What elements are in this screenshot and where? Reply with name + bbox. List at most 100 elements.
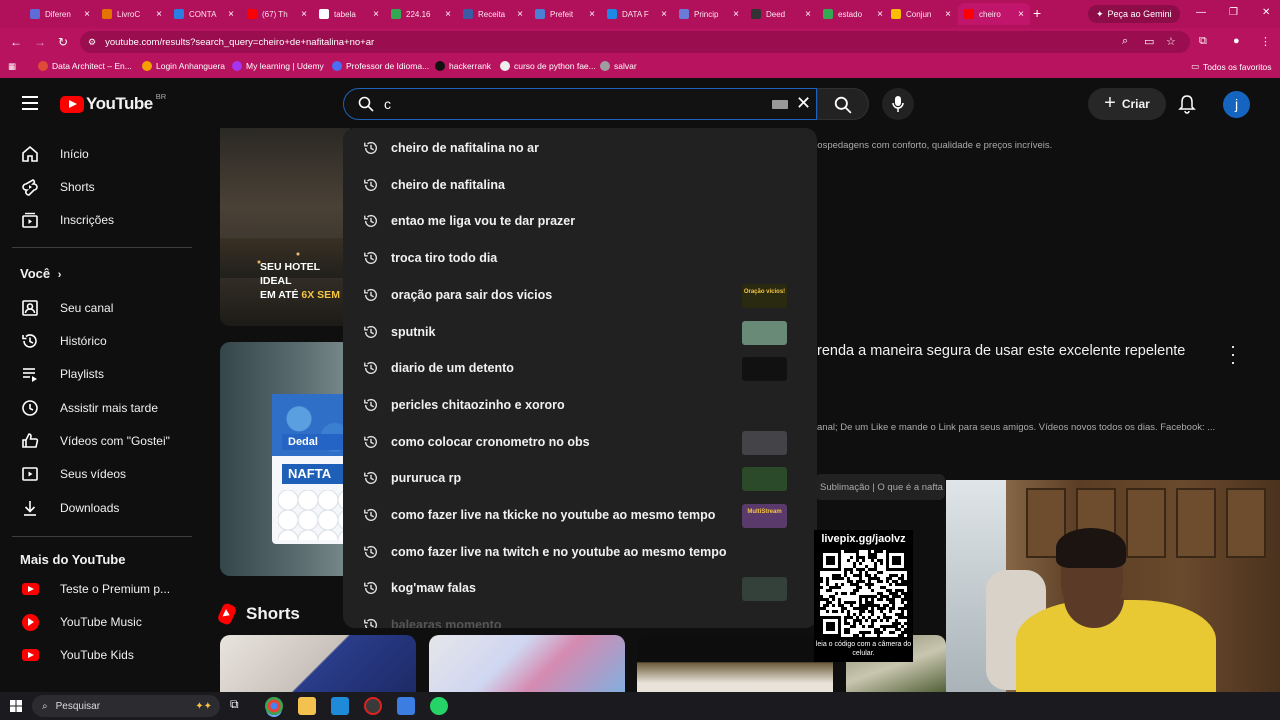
search-suggestion[interactable]: cheiro de nafitalina no ar (343, 130, 817, 166)
short-thumbnail[interactable] (637, 635, 833, 695)
tab-close-icon[interactable]: × (945, 9, 951, 20)
bookmark-item[interactable]: Professor de Idioma... (332, 61, 429, 71)
sidebar-item-history[interactable]: Histórico (12, 325, 192, 357)
video-thumbnail[interactable]: Dedal NAFTA (220, 342, 350, 576)
search-suggestion[interactable]: sputnik (343, 314, 817, 350)
search-suggestion[interactable]: como fazer live na twitch e no youtube a… (343, 534, 817, 570)
tab-close-icon[interactable]: × (661, 9, 667, 20)
sidebar-item-shorts[interactable]: Shorts (12, 171, 192, 203)
apps-grid-icon[interactable]: ▦ (8, 61, 16, 72)
sidebar-item-download[interactable]: Downloads (12, 492, 192, 524)
create-button[interactable]: + Criar (1088, 88, 1166, 120)
tab-close-icon[interactable]: × (733, 9, 739, 20)
search-input[interactable] (384, 94, 764, 114)
sidebar-item-home[interactable]: Início (12, 138, 192, 170)
sidebar-item-youtube-music[interactable]: YouTube Music (12, 606, 192, 638)
tab-close-icon[interactable]: × (228, 9, 234, 20)
file-explorer-icon[interactable] (298, 697, 316, 715)
url-field[interactable]: ⚙ youtube.com/results?search_query=cheir… (80, 31, 1190, 53)
sidebar-item-your-videos[interactable]: Seus vídeos (12, 458, 192, 490)
cast-icon[interactable]: ▭ (1144, 35, 1154, 48)
search-suggestion[interactable]: entao me liga vou te dar prazer (343, 203, 817, 239)
sidebar-section-you[interactable]: Você › (20, 266, 61, 281)
bookmark-star-icon[interactable]: ☆ (1166, 35, 1176, 48)
chrome-app-icon[interactable] (265, 697, 283, 715)
chapter-chip[interactable]: Sublimação | O que é a nafta (815, 474, 945, 500)
browser-tab[interactable]: Conjun × (885, 3, 957, 25)
tab-close-icon[interactable]: × (445, 9, 451, 20)
search-suggestion[interactable]: como fazer live na tkicke no youtube ao … (343, 497, 817, 533)
browser-tab[interactable]: estado × (817, 3, 889, 25)
search-suggestion[interactable]: balearas momento (343, 607, 817, 628)
browser-tab[interactable]: Receita × (457, 3, 529, 25)
browser-tab[interactable]: cheiro × (958, 3, 1030, 25)
tab-close-icon[interactable]: × (589, 9, 595, 20)
bookmark-item[interactable]: My learning | Udemy (232, 61, 324, 71)
tab-close-icon[interactable]: × (1018, 9, 1024, 20)
voice-search-button[interactable] (882, 88, 914, 120)
tab-close-icon[interactable]: × (301, 9, 307, 20)
all-bookmarks-button[interactable]: ▭ Todos os favoritos (1191, 61, 1272, 72)
browser-tab[interactable]: LivroC × (96, 3, 168, 25)
bookmark-item[interactable]: salvar (600, 61, 637, 71)
sidebar-item-youtube-kids[interactable]: YouTube Kids (12, 639, 192, 671)
close-window-icon[interactable]: ✕ (1262, 7, 1270, 18)
clear-search-icon[interactable]: ✕ (796, 93, 811, 114)
ad-thumbnail[interactable]: SEU HOTEL IDEAL EM ATÉ 6X SEM J (220, 128, 350, 326)
search-suggestion[interactable]: troca tiro todo dia (343, 240, 817, 276)
browser-tab[interactable]: Diferen × (24, 3, 96, 25)
bookmark-item[interactable]: curso de python fae... (500, 61, 596, 71)
sidebar-item-like[interactable]: Vídeos com "Gostei" (12, 425, 192, 457)
keyboard-icon[interactable] (772, 100, 788, 109)
zoom-icon[interactable]: ⌕ (1122, 35, 1128, 48)
sidebar-item-youtube-premium[interactable]: Teste o Premium p... (12, 573, 192, 605)
taskbar-search[interactable]: ⌕ Pesquisar ✦✦ (32, 695, 220, 717)
minimize-icon[interactable]: — (1196, 7, 1206, 18)
restore-icon[interactable]: ❐ (1229, 7, 1238, 18)
new-tab-button[interactable]: + (1033, 5, 1041, 21)
bookmark-item[interactable]: Login Anhanguera (142, 61, 225, 71)
profile-icon[interactable]: ● (1233, 35, 1240, 47)
tab-close-icon[interactable]: × (373, 9, 379, 20)
extensions-icon[interactable]: ⧉ (1199, 35, 1207, 48)
sidebar-item-subscriptions[interactable]: Inscrições (12, 204, 192, 236)
notifications-bell-icon[interactable] (1178, 94, 1196, 119)
sidebar-item-playlists[interactable]: Playlists (12, 358, 192, 390)
browser-tab[interactable]: (67) Th × (241, 3, 313, 25)
calculator-icon[interactable] (397, 697, 415, 715)
search-suggestion[interactable]: oração para sair dos vicios Oração vícios… (343, 277, 817, 313)
browser-tab[interactable]: Prefeit × (529, 3, 601, 25)
search-suggestion[interactable]: pururuca rp (343, 460, 817, 496)
site-info-icon[interactable]: ⚙ (88, 37, 96, 48)
obs-icon[interactable] (364, 697, 382, 715)
browser-tab[interactable]: 224.16 × (385, 3, 457, 25)
account-avatar[interactable]: j (1223, 91, 1250, 118)
browser-tab[interactable]: tabela × (313, 3, 385, 25)
search-suggestion[interactable]: pericles chitaozinho e xororo (343, 387, 817, 423)
search-suggestion[interactable]: como colocar cronometro no obs (343, 424, 817, 460)
youtube-logo[interactable]: YouTube BR (60, 92, 166, 114)
back-arrow-icon[interactable]: ← (10, 35, 22, 49)
menu-kebab-icon[interactable]: ⋮ (1260, 35, 1271, 48)
browser-tab[interactable]: DATA F × (601, 3, 673, 25)
short-thumbnail[interactable] (429, 635, 625, 695)
search-suggestion[interactable]: cheiro de nafitalina (343, 167, 817, 203)
sidebar-item-watch-later[interactable]: Assistir mais tarde (12, 392, 192, 424)
tab-close-icon[interactable]: × (805, 9, 811, 20)
search-suggestion[interactable]: diario de um detento (343, 350, 817, 386)
task-view-icon[interactable]: ⧉ (230, 697, 248, 715)
tab-close-icon[interactable]: × (877, 9, 883, 20)
reload-icon[interactable]: ↻ (58, 35, 68, 49)
search-suggestion[interactable]: kog'maw falas (343, 570, 817, 606)
more-actions-icon[interactable]: · · · (1228, 337, 1238, 371)
whatsapp-icon[interactable] (430, 697, 448, 715)
sidebar-item-channel[interactable]: Seu canal (12, 292, 192, 324)
windows-start-icon[interactable] (10, 700, 22, 712)
forward-arrow-icon[interactable]: → (34, 35, 46, 49)
bookmark-item[interactable]: hackerrank (435, 61, 491, 71)
video-title[interactable]: renda a maneira segura de usar este exce… (817, 343, 1185, 359)
tab-close-icon[interactable]: × (84, 9, 90, 20)
browser-tab[interactable]: CONTA × (168, 3, 240, 25)
tab-close-icon[interactable]: × (156, 9, 162, 20)
short-thumbnail[interactable] (220, 635, 416, 695)
